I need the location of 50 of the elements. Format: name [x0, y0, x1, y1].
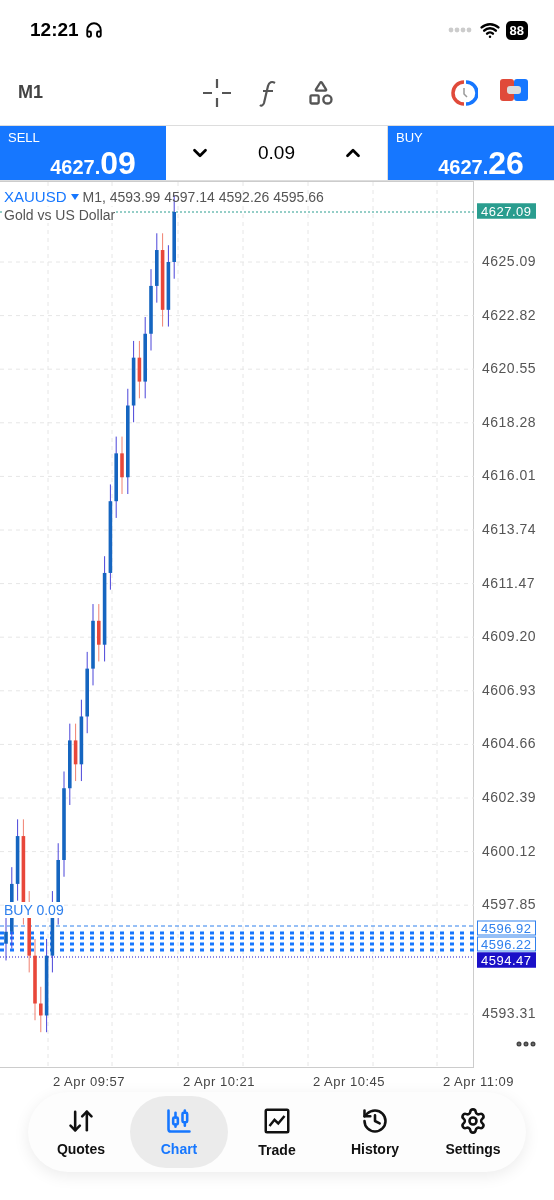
time-tick: 2 Apr 09:57: [53, 1074, 125, 1089]
nav-tab[interactable]: Trade: [228, 1096, 326, 1168]
price-tick: 4613.74: [482, 521, 537, 537]
price-tick: 4616.01: [482, 467, 537, 484]
timeframe-button[interactable]: M1: [18, 82, 43, 103]
price-tick: 4604.66: [482, 735, 537, 752]
price-tick: 4609.20: [482, 628, 537, 645]
nav-tab[interactable]: History: [326, 1096, 424, 1168]
line-chart-icon: [262, 1106, 292, 1136]
price-marker: 4596.92: [477, 920, 536, 936]
price-tick: 4600.12: [482, 842, 537, 859]
signal-icon: [447, 27, 474, 33]
candlestick-icon: [165, 1107, 193, 1135]
price-tick: 4622.82: [482, 306, 537, 323]
toggle-icon[interactable]: [500, 78, 528, 101]
price-tick: 4606.93: [482, 681, 537, 698]
sell-button[interactable]: SELL 4627.09: [0, 126, 166, 180]
price-tick: 4602.39: [482, 789, 537, 805]
headphones-icon: [84, 21, 103, 39]
wifi-icon: [479, 20, 500, 40]
price-marker: 4627.09: [477, 203, 536, 219]
clock-circle-icon[interactable]: [450, 78, 478, 107]
price-marker: 4596.22: [477, 936, 536, 952]
price-tick: 4618.28: [482, 413, 537, 430]
price-tick: 4593.31: [482, 1005, 537, 1021]
crosshair-icon[interactable]: [203, 78, 231, 107]
price-tick: 4597.85: [482, 896, 537, 913]
nav-tab[interactable]: Quotes: [32, 1096, 130, 1168]
order-label: BUY 0.09: [4, 902, 64, 918]
caret-icon[interactable]: [70, 193, 79, 200]
symbol-name[interactable]: XAUUSD: [4, 188, 67, 205]
arrows-icon: [67, 1107, 95, 1135]
price-tick: 4620.55: [482, 360, 537, 377]
volume-value[interactable]: 0.09: [258, 142, 295, 164]
price-tick: 4611.47: [482, 574, 536, 591]
time-tick: 2 Apr 10:21: [183, 1074, 255, 1089]
settings-icon: [459, 1107, 487, 1135]
time-tick: 2 Apr 10:45: [313, 1074, 385, 1089]
shapes-icon[interactable]: [307, 78, 335, 107]
nav-tab[interactable]: Settings: [424, 1096, 522, 1168]
candle: [120, 436, 124, 495]
battery-level: 88: [505, 20, 528, 40]
price-marker: 4594.47: [477, 952, 536, 968]
symbol-description: Gold vs US Dollar: [4, 207, 116, 223]
history-icon: [361, 1107, 389, 1135]
price-tick: 4625.09: [482, 253, 537, 269]
buy-button[interactable]: BUY 4627.26: [388, 126, 554, 180]
status-time: 12:21: [30, 19, 79, 41]
time-tick: 2 Apr 11:09: [443, 1074, 515, 1089]
ohlc-values: M1, 4593.99 4597.14 4592.26 4595.66: [82, 188, 324, 205]
